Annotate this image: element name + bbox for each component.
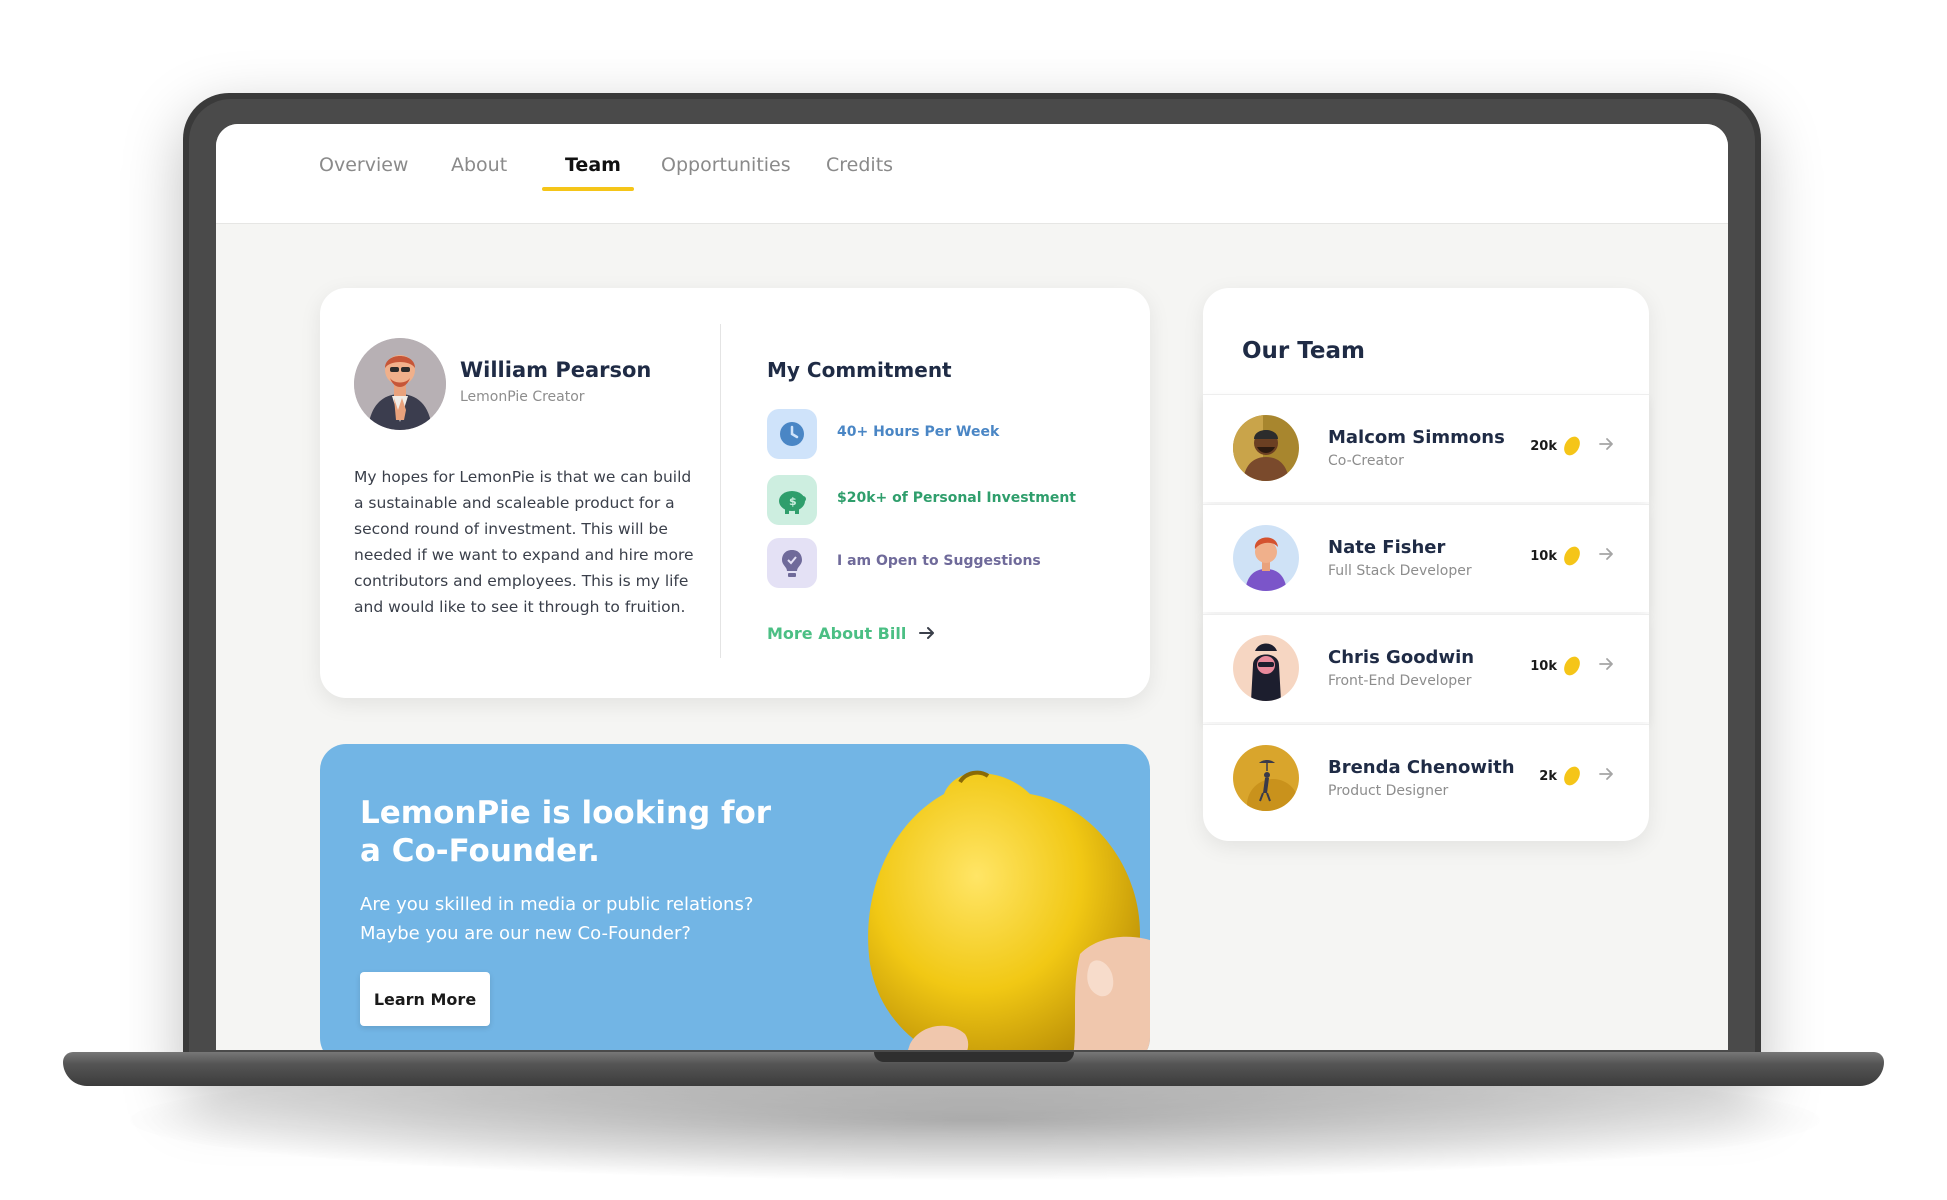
member-credits: 20k — [1530, 435, 1581, 457]
laptop-base — [63, 1052, 1884, 1086]
avatar — [1233, 525, 1299, 591]
member-credits: 10k — [1530, 545, 1581, 567]
avatar — [1233, 415, 1299, 481]
team-title: Our Team — [1242, 338, 1365, 364]
member-role: Front-End Developer — [1328, 673, 1472, 689]
app-screen: Overview About Team Opportunities Credit… — [216, 124, 1728, 1050]
lemon-coin-icon — [1564, 766, 1580, 786]
avatar — [354, 338, 446, 430]
member-name: Malcom Simmons — [1328, 427, 1505, 448]
svg-text:$: $ — [789, 495, 797, 508]
cofounder-banner: LemonPie is looking for a Co-Founder. Ar… — [320, 744, 1150, 1050]
credit-amount: 20k — [1530, 438, 1557, 454]
credit-amount: 10k — [1530, 658, 1557, 674]
arrow-right-icon[interactable] — [1597, 435, 1615, 453]
commitment-title: My Commitment — [767, 358, 952, 382]
commitment-item-hours: 40+ Hours Per Week — [767, 409, 1127, 459]
tab-opportunities[interactable]: Opportunities — [661, 154, 791, 176]
member-role: Full Stack Developer — [1328, 563, 1472, 579]
profile-name: William Pearson — [460, 358, 652, 382]
banner-title: LemonPie is looking for a Co-Founder. — [360, 795, 772, 869]
profile-role: LemonPie Creator — [460, 389, 585, 405]
member-role: Product Designer — [1328, 783, 1449, 799]
arrow-right-icon[interactable] — [1597, 765, 1615, 783]
commitment-item-suggestions: I am Open to Suggestions — [767, 538, 1127, 588]
commitment-label: I am Open to Suggestions — [837, 553, 1041, 569]
more-about-label: More About Bill — [767, 624, 907, 643]
avatar — [1233, 635, 1299, 701]
lemon-coin-icon — [1564, 436, 1580, 456]
banner-text: Are you skilled in media or public relat… — [360, 894, 754, 944]
commitment-item-investment: $ $20k+ of Personal Investment — [767, 475, 1127, 525]
tab-about[interactable]: About — [451, 154, 507, 176]
tab-overview[interactable]: Overview — [319, 154, 408, 176]
lemon-coin-icon — [1564, 546, 1580, 566]
member-name: Chris Goodwin — [1328, 647, 1475, 668]
tab-credits[interactable]: Credits — [826, 154, 893, 176]
profile-card: William Pearson LemonPie Creator My hope… — [320, 288, 1150, 698]
piggy-bank-icon: $ — [767, 475, 817, 525]
learn-more-button[interactable]: Learn More — [360, 972, 490, 1026]
team-member-row[interactable]: Chris Goodwin Front-End Developer 10k — [1203, 614, 1649, 722]
member-credits: 10k — [1530, 655, 1581, 677]
lemon-coin-icon — [1564, 656, 1580, 676]
top-nav: Overview About Team Opportunities Credit… — [216, 124, 1728, 224]
team-card: Our Team Malcom Simmons Co-Creator 20k N… — [1203, 288, 1649, 841]
laptop-mockup: Overview About Team Opportunities Credit… — [0, 0, 1947, 1200]
active-tab-indicator — [542, 187, 634, 191]
clock-icon — [767, 409, 817, 459]
member-role: Co-Creator — [1328, 453, 1404, 469]
credit-amount: 10k — [1530, 548, 1557, 564]
tab-team[interactable]: Team — [565, 154, 621, 176]
arrow-right-icon[interactable] — [1597, 545, 1615, 563]
lightbulb-icon — [767, 538, 817, 588]
profile-bio: My hopes for LemonPie is that we can bui… — [354, 468, 694, 616]
avatar — [1233, 745, 1299, 811]
credit-amount: 2k — [1539, 768, 1557, 784]
commitment-label: 40+ Hours Per Week — [837, 424, 1000, 440]
arrow-right-icon — [918, 625, 936, 644]
member-name: Brenda Chenowith — [1328, 757, 1515, 778]
member-name: Nate Fisher — [1328, 537, 1446, 558]
member-credits: 2k — [1539, 765, 1581, 787]
lemon-image — [868, 770, 1150, 1050]
team-member-row[interactable]: Nate Fisher Full Stack Developer 10k — [1203, 504, 1649, 612]
team-member-row[interactable]: Brenda Chenowith Product Designer 2k — [1203, 724, 1649, 832]
divider — [720, 324, 721, 658]
more-about-link[interactable]: More About Bill — [767, 624, 936, 644]
arrow-right-icon[interactable] — [1597, 655, 1615, 673]
commitment-label: $20k+ of Personal Investment — [837, 490, 1076, 506]
team-member-row[interactable]: Malcom Simmons Co-Creator 20k — [1203, 394, 1649, 502]
